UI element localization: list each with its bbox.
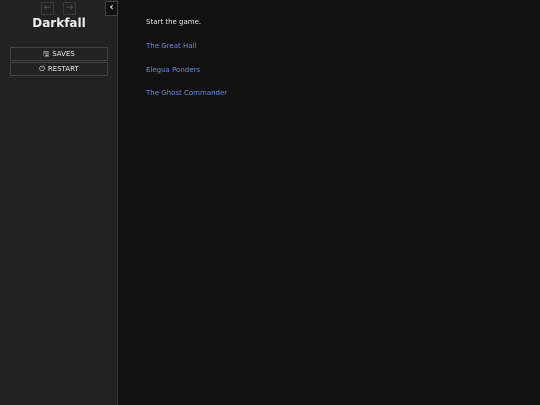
restart-label: RESTART	[47, 65, 79, 73]
restart-button[interactable]: ⏻ RESTART	[10, 62, 108, 76]
passage-link-elegua-ponders[interactable]: Elegua Ponders	[146, 66, 200, 74]
story-menu: 🖫 SAVES ⏻ RESTART	[10, 47, 108, 77]
chevron-left-icon: ‹	[109, 2, 114, 13]
floppy-disk-icon: 🖫	[43, 50, 50, 58]
passage-text: Start the game.	[146, 18, 201, 26]
story-title: Darkfall	[32, 16, 86, 30]
arrow-right-icon: →	[65, 3, 74, 13]
saves-label: SAVES	[52, 50, 75, 58]
passage-link-great-hall[interactable]: The Great Hall	[146, 42, 196, 50]
ui-bar-toggle-button[interactable]: ‹	[105, 1, 118, 16]
ui-bar: ← → ‹ Darkfall 🖫 SAVES ⏻ RESTART	[0, 0, 118, 405]
history-forward-button[interactable]: →	[63, 2, 76, 15]
history-back-button[interactable]: ←	[41, 2, 54, 15]
arrow-left-icon: ←	[43, 3, 52, 13]
passage-link-ghost-commander[interactable]: The Ghost Commander	[146, 89, 227, 97]
power-icon: ⏻	[39, 65, 45, 73]
passage-paragraph: Start the game.	[146, 18, 202, 26]
saves-button[interactable]: 🖫 SAVES	[10, 47, 108, 61]
